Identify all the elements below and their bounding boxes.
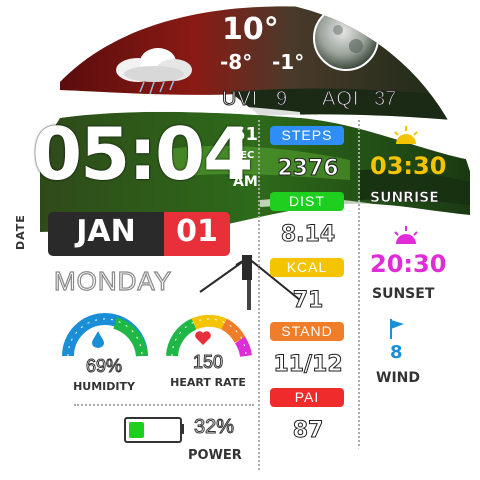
- humidity-gauge: [62, 313, 148, 357]
- humidity-label: HUMIDITY: [73, 380, 135, 393]
- seconds-label: SEC: [233, 150, 255, 161]
- humidity-value: 69%: [85, 356, 123, 377]
- aqi-label: AQI: [321, 88, 360, 111]
- uvi-value: 9: [275, 88, 288, 111]
- power-label: POWER: [188, 448, 242, 463]
- sunrise-icon: [394, 126, 418, 144]
- heart-rate-label: HEART RATE: [170, 376, 246, 389]
- battery-icon: [124, 417, 182, 443]
- metric-dist-label: DIST: [270, 192, 344, 211]
- metric-kcal-value: 71: [292, 288, 324, 314]
- temperature-high: -1°: [272, 50, 305, 74]
- ampm-label: AM: [233, 174, 258, 190]
- sunrise-label: SUNRISE: [370, 190, 439, 207]
- sunset-label: SUNSET: [372, 286, 435, 302]
- time-hours-minutes: 05:04: [32, 112, 253, 196]
- time-seconds: 51: [233, 124, 259, 145]
- metric-steps-value: 2376: [277, 156, 339, 182]
- metric-stand-label: STAND: [270, 322, 344, 341]
- date-day: 01: [176, 214, 218, 249]
- date-month: JAN: [76, 214, 136, 249]
- metric-dist-value: 8.14: [280, 222, 336, 248]
- battery-tip: [180, 424, 184, 434]
- sunrise-time: 03:30: [370, 152, 447, 180]
- date-label: DATE: [14, 214, 27, 250]
- separator-left: [258, 120, 260, 470]
- separator-horizontal: [74, 404, 254, 406]
- watch-face: 10° -8° -1° UVI 9 AQI 37 05:04 51 SEC AM…: [0, 0, 480, 480]
- metric-pai-value: 87: [292, 418, 324, 444]
- separator-right: [358, 120, 360, 450]
- sunset-time: 20:30: [370, 250, 447, 278]
- temperature-current: 10°: [222, 12, 279, 47]
- aqi-value: 37: [373, 88, 397, 111]
- temperature-low: -8°: [220, 50, 253, 74]
- metric-pai-label: PAI: [270, 388, 344, 407]
- heart-rate-value: 150: [192, 352, 224, 373]
- power-value: 32%: [193, 416, 235, 439]
- sunset-icon: [394, 226, 418, 244]
- wind-flag-icon: [390, 319, 404, 339]
- wind-value: 8: [390, 342, 403, 363]
- rain-cloud-icon: [116, 48, 192, 95]
- weekday: MONDAY: [53, 265, 173, 296]
- battery-fill: [129, 422, 144, 438]
- metric-kcal-label: KCAL: [270, 258, 344, 277]
- metric-steps-label: STEPS: [270, 126, 344, 145]
- heart-icon: [195, 331, 211, 345]
- water-drop-icon: [92, 331, 104, 348]
- moon-icon: [313, 5, 379, 71]
- uvi-label: UVI: [221, 88, 259, 111]
- metric-stand-value: 11/12: [273, 352, 343, 378]
- wind-label: WIND: [376, 370, 420, 386]
